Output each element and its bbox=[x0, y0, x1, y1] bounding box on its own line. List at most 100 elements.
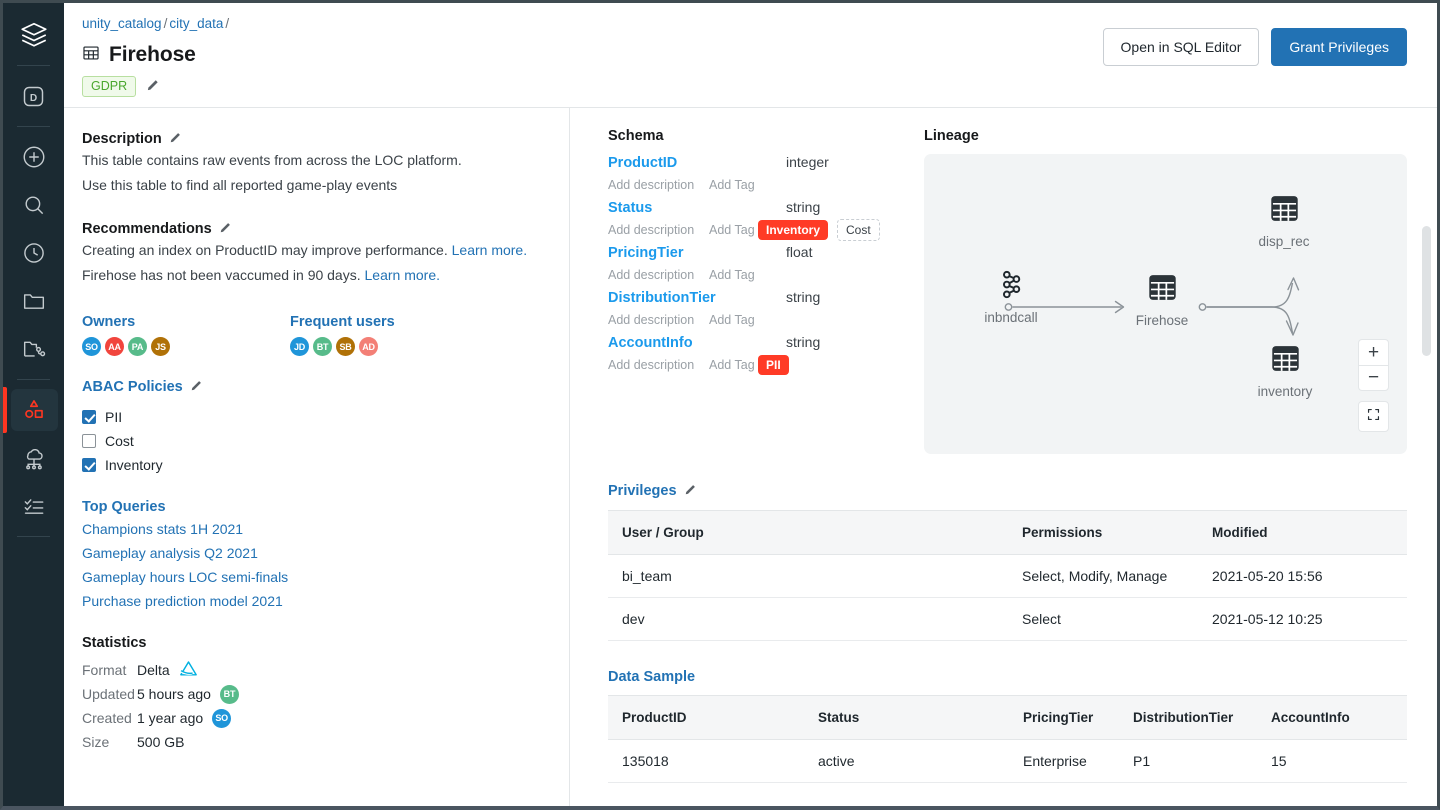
schema-tag-inventory[interactable]: Inventory bbox=[758, 220, 829, 240]
column-header-modified[interactable]: Modified bbox=[1198, 510, 1407, 555]
table-row[interactable]: 135018 active Enterprise P1 15 bbox=[608, 739, 1407, 783]
avatar[interactable]: AA bbox=[105, 337, 124, 356]
avatar[interactable]: JD bbox=[290, 337, 309, 356]
add-description-link[interactable]: Add description bbox=[608, 268, 709, 282]
sidebar-item-new[interactable] bbox=[3, 133, 64, 181]
breadcrumb-link-catalog[interactable]: unity_catalog bbox=[82, 16, 162, 31]
add-description-link[interactable]: Add description bbox=[608, 313, 709, 327]
table-row[interactable]: dev Select 2021-05-12 10:25 bbox=[608, 597, 1407, 641]
recommendation-learn-more-link[interactable]: Learn more. bbox=[452, 242, 527, 258]
top-query-link[interactable]: Champions stats 1H 2021 bbox=[82, 517, 551, 541]
top-query-link[interactable]: Gameplay hours LOC semi-finals bbox=[82, 565, 551, 589]
sidebar-item-compute[interactable] bbox=[3, 434, 64, 482]
schema-column-name[interactable]: AccountInfo bbox=[608, 335, 786, 351]
recommendation-learn-more-link[interactable]: Learn more. bbox=[365, 267, 440, 283]
avatar[interactable]: PA bbox=[128, 337, 147, 356]
add-tag-link[interactable]: Add Tag bbox=[709, 223, 758, 237]
schema-column-name[interactable]: PricingTier bbox=[608, 245, 786, 261]
avatar[interactable]: SB bbox=[336, 337, 355, 356]
avatar[interactable]: SO bbox=[212, 708, 232, 728]
checkbox-icon[interactable] bbox=[82, 410, 96, 424]
pencil-icon[interactable] bbox=[169, 130, 183, 148]
sidebar-item-data[interactable] bbox=[3, 386, 64, 434]
lineage-node-inventory[interactable]: inventory bbox=[1242, 342, 1328, 399]
column-header-user-group[interactable]: User / Group bbox=[608, 510, 1008, 555]
schema-column-type: integer bbox=[786, 154, 829, 170]
lineage-node-disp-rec[interactable]: disp_rec bbox=[1241, 192, 1327, 249]
avatar[interactable]: BT bbox=[219, 684, 239, 704]
stat-label: Created bbox=[82, 710, 132, 726]
add-description-link[interactable]: Add description bbox=[608, 358, 709, 372]
column-header-productid[interactable]: ProductID bbox=[608, 695, 804, 740]
sidebar-item-repos[interactable] bbox=[3, 325, 64, 373]
rail-divider-2 bbox=[17, 126, 50, 127]
avatar[interactable]: JS bbox=[151, 337, 170, 356]
page-scrollbar-track[interactable] bbox=[1422, 220, 1431, 806]
add-tag-link[interactable]: Add Tag bbox=[709, 313, 758, 327]
stat-label: Size bbox=[82, 734, 110, 750]
add-description-link[interactable]: Add description bbox=[608, 178, 709, 192]
grant-privileges-button[interactable]: Grant Privileges bbox=[1271, 28, 1407, 66]
add-description-link[interactable]: Add description bbox=[608, 223, 709, 237]
avatar[interactable]: SO bbox=[82, 337, 101, 356]
abac-checkbox-pii[interactable]: PII bbox=[82, 405, 551, 429]
column-header-status[interactable]: Status bbox=[804, 695, 1009, 740]
abac-checkbox-inventory[interactable]: Inventory bbox=[82, 453, 551, 477]
lineage-heading: Lineage bbox=[924, 128, 979, 144]
schema-column-name[interactable]: ProductID bbox=[608, 155, 786, 171]
data-sample-heading-label[interactable]: Data Sample bbox=[608, 669, 695, 685]
breadcrumb-link-schema[interactable]: city_data bbox=[169, 16, 223, 31]
add-tag-link[interactable]: Add Tag bbox=[709, 358, 758, 372]
lineage-node-label: Firehose bbox=[1135, 313, 1189, 328]
people-row: Owners SO AA PA JS Frequent users JD BT bbox=[82, 314, 551, 356]
schema-column-name[interactable]: Status bbox=[608, 200, 786, 216]
data-sample-table: ProductID Status PricingTier Distributio… bbox=[608, 695, 1407, 783]
pencil-icon[interactable] bbox=[146, 77, 161, 97]
schema-tag-cost[interactable]: Cost bbox=[837, 219, 880, 241]
avatar[interactable]: BT bbox=[313, 337, 332, 356]
lineage-node-firehose[interactable]: Firehose bbox=[1119, 271, 1205, 328]
clock-icon bbox=[21, 240, 47, 266]
top-query-link[interactable]: Gameplay analysis Q2 2021 bbox=[82, 541, 551, 565]
checkbox-icon[interactable] bbox=[82, 434, 96, 448]
schema-tag-pii[interactable]: PII bbox=[758, 355, 789, 375]
schema-column-name[interactable]: DistributionTier bbox=[608, 290, 786, 306]
avatar[interactable]: AD bbox=[359, 337, 378, 356]
add-tag-link[interactable]: Add Tag bbox=[709, 178, 758, 192]
table-header-row: ProductID Status PricingTier Distributio… bbox=[608, 695, 1407, 740]
fullscreen-button[interactable] bbox=[1358, 401, 1389, 432]
sidebar-item-recents[interactable] bbox=[3, 229, 64, 277]
sidebar-item-search[interactable] bbox=[3, 181, 64, 229]
top-query-link[interactable]: Purchase prediction model 2021 bbox=[82, 589, 551, 613]
sidebar-item-workspace-files[interactable] bbox=[3, 277, 64, 325]
pencil-icon[interactable] bbox=[190, 378, 204, 396]
main-column: Schema ProductID integer Add description… bbox=[570, 108, 1437, 806]
compute-icon bbox=[21, 445, 47, 471]
privileges-heading-label[interactable]: Privileges bbox=[608, 483, 677, 499]
pencil-icon[interactable] bbox=[684, 482, 698, 500]
checkbox-icon[interactable] bbox=[82, 458, 96, 472]
lineage-canvas[interactable]: inbndcall Firehose disp_rec inventory + … bbox=[924, 154, 1407, 454]
sidebar-item-jobs[interactable] bbox=[3, 482, 64, 530]
column-header-pricingtier[interactable]: PricingTier bbox=[1009, 695, 1119, 740]
stat-label: Format bbox=[82, 662, 127, 678]
recommendations-heading-label: Recommendations bbox=[82, 221, 212, 237]
add-tag-link[interactable]: Add Tag bbox=[709, 268, 758, 282]
zoom-in-button[interactable]: + bbox=[1358, 339, 1389, 365]
schema-row-top: Status string bbox=[608, 199, 924, 216]
page-scrollbar-thumb[interactable] bbox=[1422, 226, 1431, 356]
pencil-icon[interactable] bbox=[219, 220, 233, 238]
sidebar-item-workspace[interactable]: D bbox=[3, 72, 64, 120]
sidebar-item-logo[interactable] bbox=[3, 11, 64, 59]
column-header-accountinfo[interactable]: AccountInfo bbox=[1257, 695, 1407, 740]
column-header-distributiontier[interactable]: DistributionTier bbox=[1119, 695, 1257, 740]
table-row[interactable]: bi_team Select, Modify, Manage 2021-05-2… bbox=[608, 554, 1407, 598]
column-header-permissions[interactable]: Permissions bbox=[1008, 510, 1198, 555]
abac-checkbox-cost[interactable]: Cost bbox=[82, 429, 551, 453]
status-badge-gdpr[interactable]: GDPR bbox=[82, 76, 137, 97]
recommendation-item: Firehose has not been vaccumed in 90 day… bbox=[82, 263, 551, 288]
open-in-sql-editor-button[interactable]: Open in SQL Editor bbox=[1102, 28, 1260, 66]
zoom-out-button[interactable]: − bbox=[1358, 365, 1389, 391]
data-sample-table-head: ProductID Status PricingTier Distributio… bbox=[608, 695, 1407, 740]
lineage-node-inbndcall[interactable]: inbndcall bbox=[968, 269, 1054, 325]
